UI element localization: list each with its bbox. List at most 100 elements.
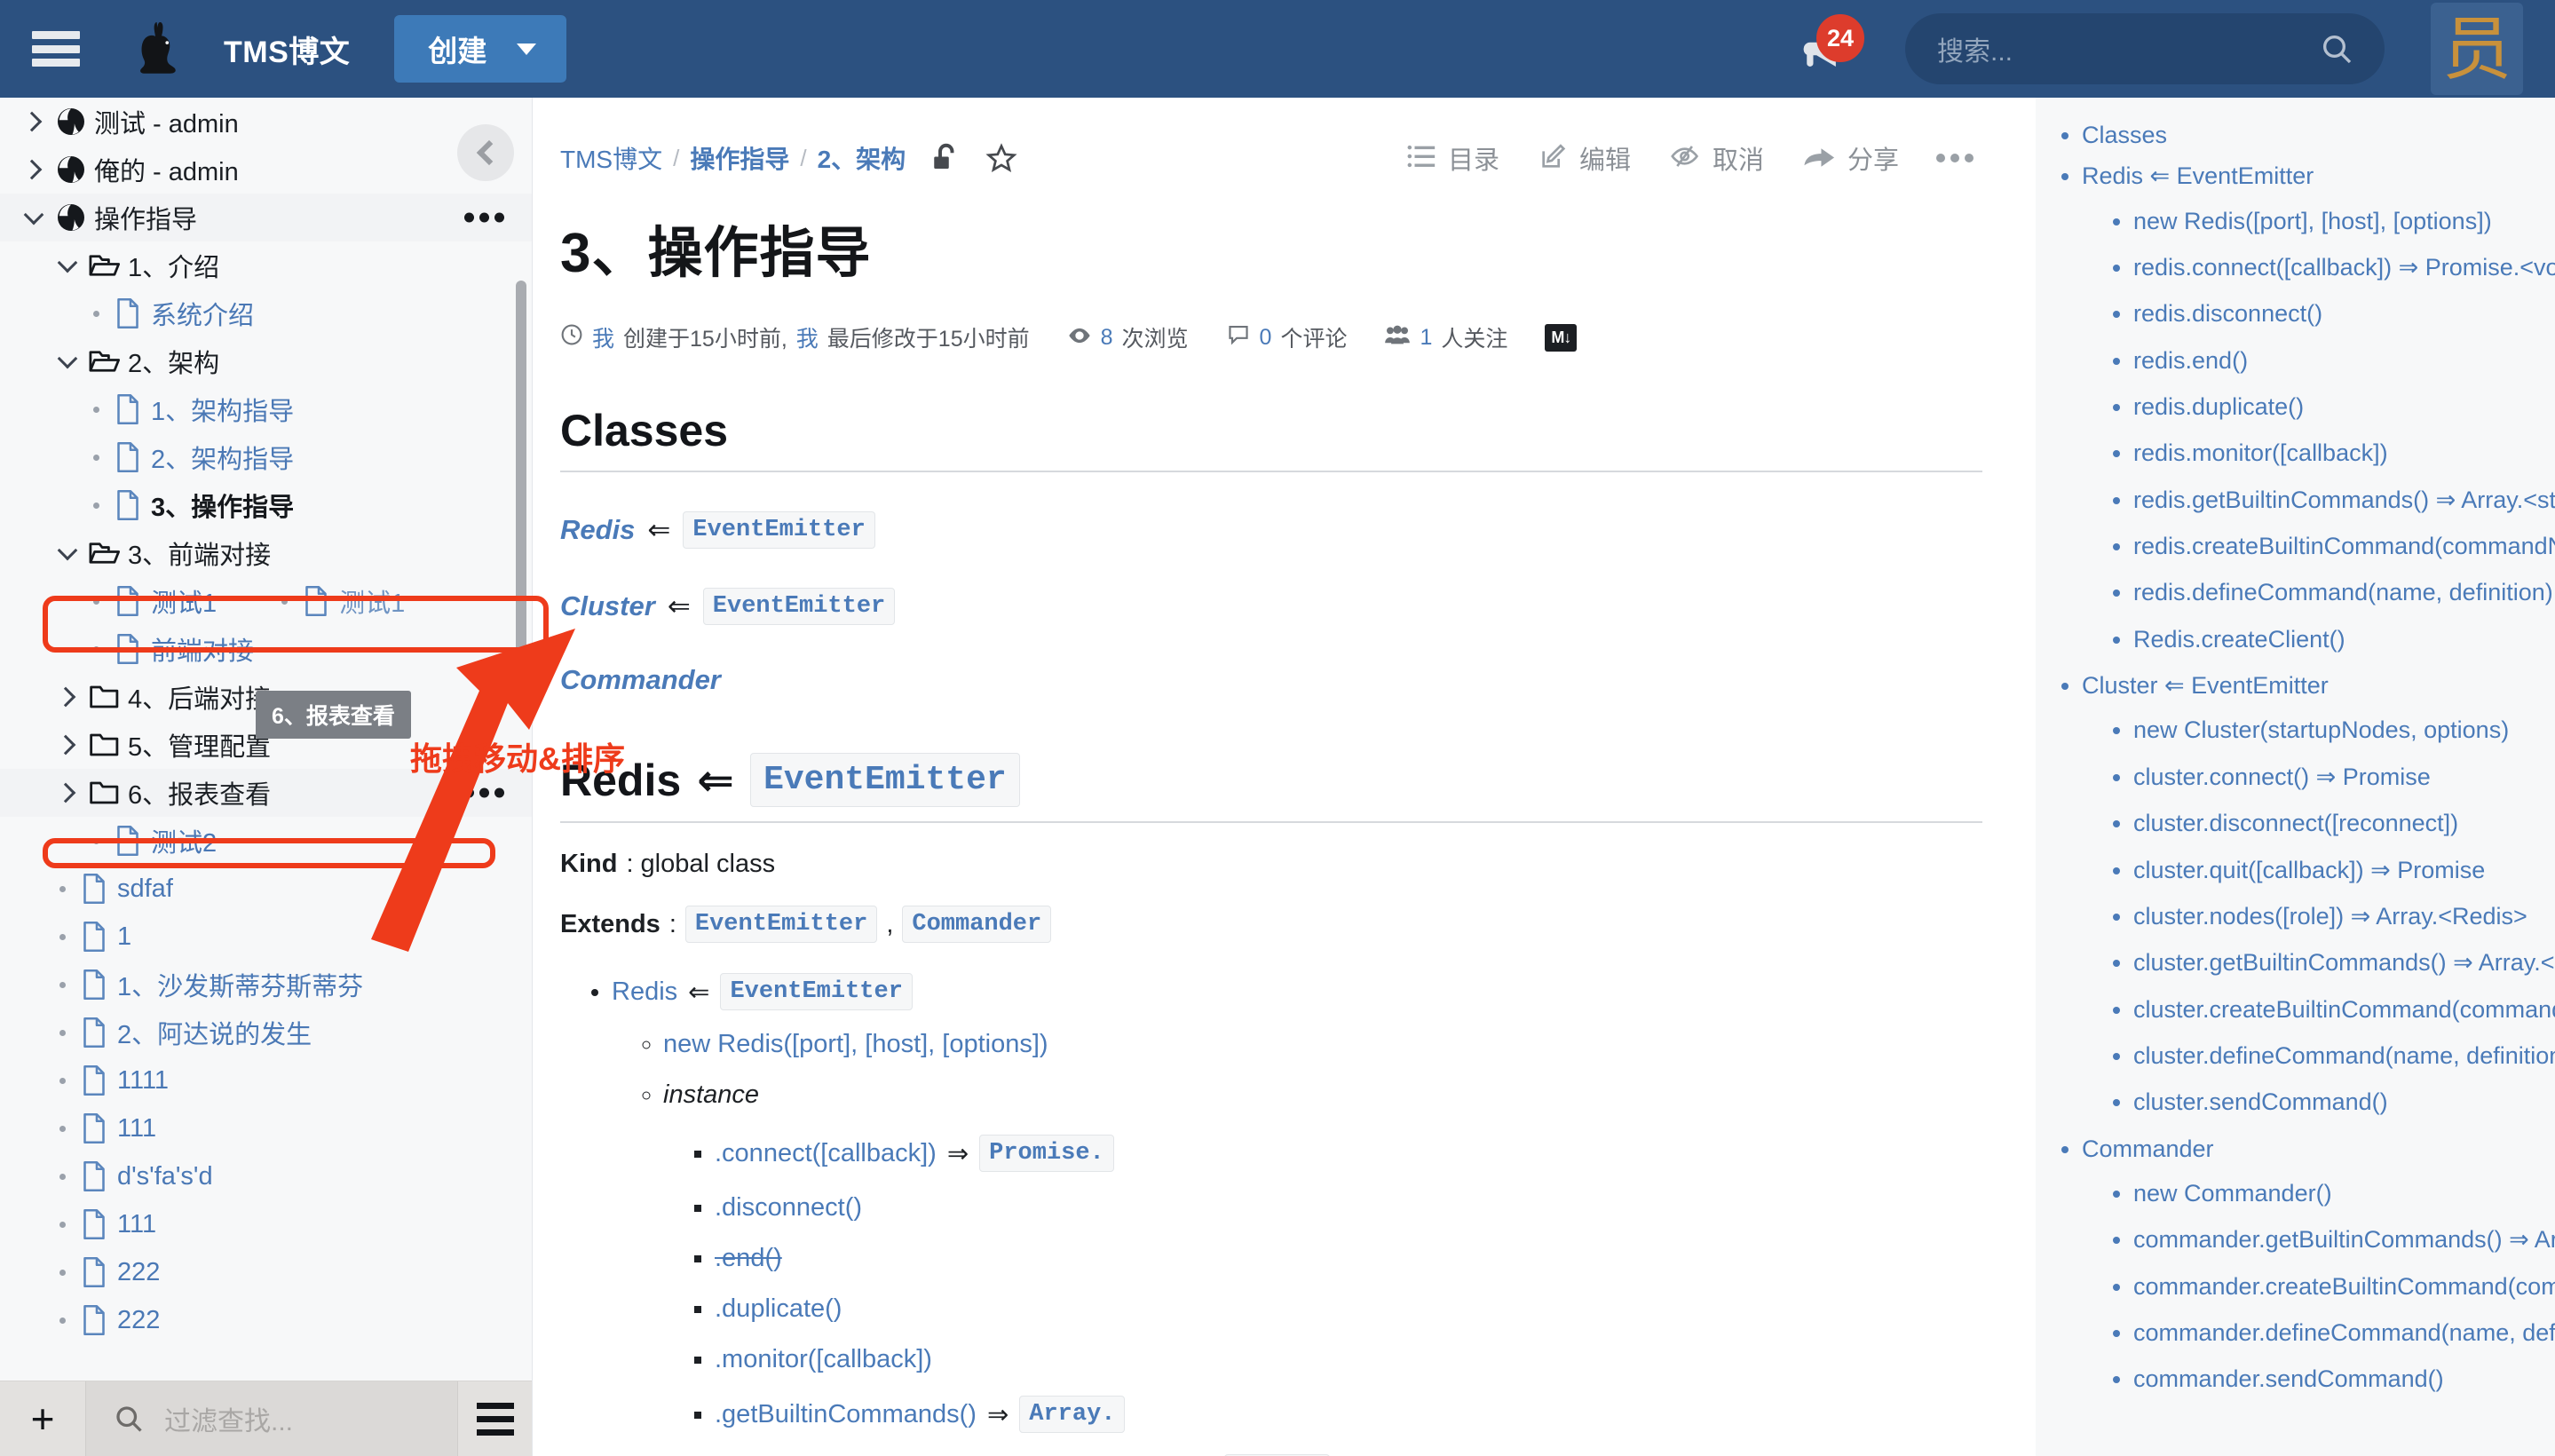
filter-input[interactable]: 过滤查找... [85,1381,457,1456]
toc-item[interactable]: Classes [2082,123,2555,148]
chevron-down-icon[interactable] [50,540,85,561]
toc-subitem[interactable]: new Redis([port], [host], [options]) [2133,208,2555,233]
unlock-icon[interactable] [930,142,961,174]
breadcrumb-item-2[interactable]: 2、架构 [818,140,906,176]
tree-item[interactable]: 6、报表查看 [0,769,532,817]
tree-item[interactable]: 操作指导 [0,194,532,241]
tree-item[interactable]: 1、沙发斯蒂芬斯蒂芬 [0,961,532,1009]
ellipsis-icon[interactable] [1918,154,1982,162]
api-root-tag[interactable]: EventEmitter [720,973,913,1010]
tree-item[interactable]: 222 [0,1248,532,1296]
api-method-link[interactable]: .disconnect() [715,1193,862,1223]
toc-subitem[interactable]: new Cluster(startupNodes, options) [2133,717,2555,743]
brand-title[interactable]: TMS博文 [224,28,350,71]
api-method-link[interactable]: .monitor([callback]) [715,1345,932,1374]
toc-subitem[interactable]: cluster.createBuiltinCommand(commandName… [2133,996,2555,1022]
class-name[interactable]: Redis [560,514,635,546]
avatar[interactable]: 员 [2431,3,2523,95]
toc-subitem[interactable]: commander.defineCommand(name, definition… [2133,1320,2555,1346]
api-method-return-tag[interactable]: Array. [1019,1396,1126,1433]
tree-item[interactable]: 测试 - admin [0,98,532,146]
create-button[interactable]: 创建 [394,15,567,83]
modifier-link[interactable]: 我 [796,321,819,353]
tree-item[interactable]: 测试2 [0,817,532,865]
tree-item[interactable]: 2、架构指导 [0,433,532,481]
extends-tag[interactable]: EventEmitter [702,588,896,625]
api-method-link[interactable]: .duplicate() [715,1294,842,1324]
extends-tag-1[interactable]: Commander [902,906,1052,943]
class-name[interactable]: Commander [560,664,721,696]
breadcrumb-item-0[interactable]: TMS博文 [560,140,662,176]
redis-heading-extends-tag[interactable]: EventEmitter [750,753,1020,807]
chevron-down-icon[interactable] [517,43,566,55]
toc-subitem[interactable]: redis.connect([callback]) ⇒ Promise.<voi… [2133,255,2555,281]
tree-item[interactable]: sdfaf [0,865,532,913]
toc-subitem[interactable]: redis.defineCommand(name, definition) [2133,580,2555,605]
api-method-link[interactable]: .end() [715,1244,782,1273]
plus-icon[interactable]: + [0,1381,85,1456]
toc-action-button[interactable]: 目录 [1388,139,1519,177]
extends-tag[interactable]: EventEmitter [683,511,875,549]
api-root-name[interactable]: Redis [612,977,677,1007]
chevron-right-icon[interactable] [50,686,85,708]
hide-action-button[interactable]: 取消 [1650,139,1784,177]
toc-subitem[interactable]: cluster.quit([callback]) ⇒ Promise [2133,857,2555,882]
toc-item[interactable]: Commandernew Commander()commander.getBui… [2082,1136,2555,1392]
api-method-link[interactable]: .getBuiltinCommands() [715,1400,977,1429]
edit-action-button[interactable]: 编辑 [1519,139,1650,177]
list-menu-icon[interactable] [457,1381,532,1456]
tree-item[interactable]: 3、操作指导 [0,481,532,529]
toc-subitem[interactable]: Redis.createClient() [2133,626,2555,652]
toc-subitem[interactable]: cluster.nodes([role]) ⇒ Array.<Redis> [2133,903,2555,929]
tree-item[interactable]: 前端对接 [0,625,532,673]
api-method-link[interactable]: .connect([callback]) [715,1139,937,1168]
toc-subitem[interactable]: redis.getBuiltinCommands() ⇒ Array.<stri… [2133,487,2555,512]
toc-subitem[interactable]: commander.createBuiltinCommand(commandNa… [2133,1273,2555,1299]
toc-item[interactable]: Redis ⇐ EventEmitternew Redis([port], [h… [2082,163,2555,652]
sidebar-scrollbar[interactable] [516,281,526,671]
chevron-right-icon[interactable] [50,782,85,803]
hamburger-icon[interactable] [32,31,80,67]
tree-item[interactable]: 111 [0,1104,532,1152]
tree-item[interactable]: 2、阿达说的发生 [0,1009,532,1056]
tree-item[interactable]: 俺的 - admin [0,146,532,194]
tree-item[interactable]: 1、介绍 [0,241,532,289]
chevron-down-icon[interactable] [50,348,85,369]
toc-subitem[interactable]: cluster.connect() ⇒ Promise [2133,764,2555,789]
tree-item[interactable]: 1111 [0,1056,532,1104]
toc-subitem[interactable]: redis.createBuiltinCommand(commandName) … [2133,534,2555,559]
search-icon[interactable] [2319,31,2385,67]
star-outline-icon[interactable] [985,142,1017,174]
toc-subitem[interactable]: cluster.sendCommand() [2133,1089,2555,1115]
toc-subitem[interactable]: redis.disconnect() [2133,301,2555,327]
chevron-down-icon[interactable] [16,204,51,226]
chevron-right-icon[interactable] [16,159,51,180]
chevron-down-icon[interactable] [50,252,85,273]
toc-subitem[interactable]: commander.getBuiltinCommands() ⇒ Array.<… [2133,1227,2555,1253]
tree-item-more-icon[interactable] [464,212,504,223]
tree-item[interactable]: 111 [0,1200,532,1248]
toc-subitem[interactable]: redis.duplicate() [2133,394,2555,420]
rabbit-logo[interactable] [126,16,192,82]
api-method-return-tag[interactable]: Promise. [979,1135,1114,1172]
tree-item[interactable]: 1 [0,913,532,961]
tree-item[interactable]: d's'fa's'd [0,1152,532,1200]
megaphone-icon[interactable]: 24 [1786,14,1866,80]
toc-subitem[interactable]: redis.monitor([callback]) [2133,440,2555,466]
chevron-right-icon[interactable] [16,111,51,132]
toc-subitem[interactable]: cluster.disconnect([reconnect]) [2133,811,2555,836]
tree-item[interactable]: 测试1 测试1 [0,577,532,625]
tree-item-more-icon[interactable] [464,787,504,798]
class-name[interactable]: Cluster [560,590,655,622]
tree-item[interactable]: 2、架构 [0,337,532,385]
chevron-right-icon[interactable] [50,734,85,756]
chevron-left-icon[interactable] [457,124,514,181]
tree-item[interactable]: 222 [0,1296,532,1344]
tree-item[interactable]: 1、架构指导 [0,385,532,433]
toc-subitem[interactable]: new Commander() [2133,1181,2555,1207]
toc-subitem[interactable]: commander.sendCommand() [2133,1366,2555,1392]
toc-subitem[interactable]: cluster.defineCommand(name, definition) [2133,1043,2555,1069]
tree-item[interactable]: 3、前端对接 [0,529,532,577]
search-input[interactable]: 搜索... [1905,13,2385,84]
toc-subitem[interactable]: redis.end() [2133,347,2555,373]
